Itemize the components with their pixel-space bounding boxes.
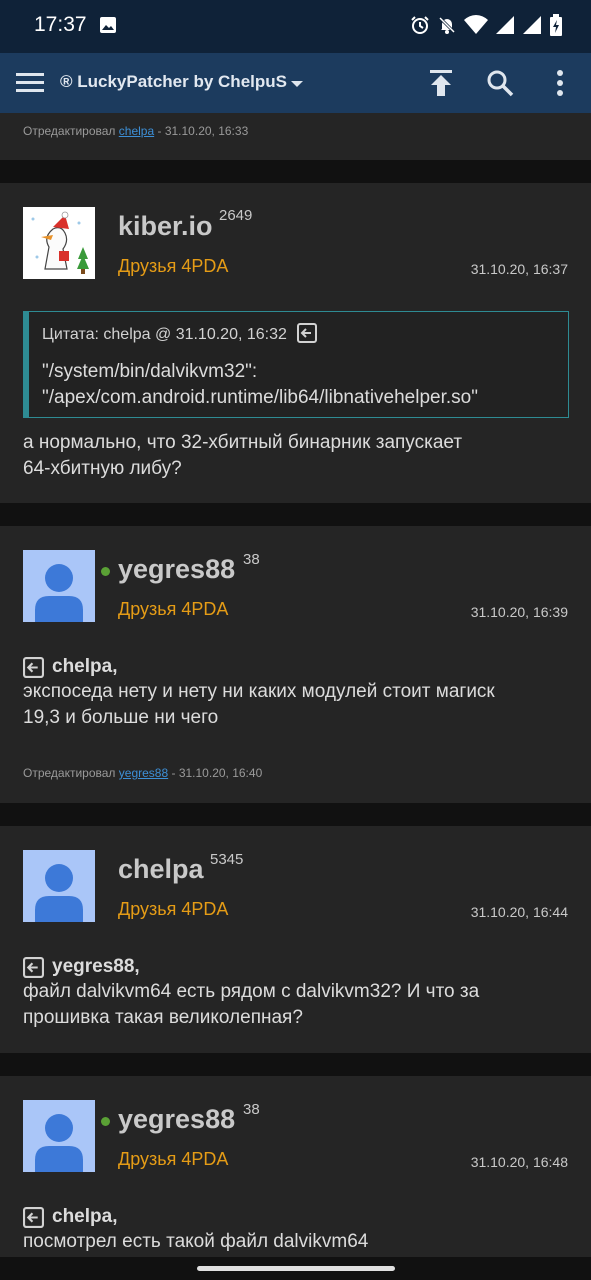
post-date: 31.10.20, 16:39 bbox=[470, 604, 568, 620]
avatar[interactable] bbox=[23, 550, 95, 622]
reply-icon bbox=[23, 956, 44, 978]
dropdown-icon[interactable] bbox=[290, 79, 304, 89]
post-card: chelpa 5345 Друзья 4PDA 31.10.20, 16:44 … bbox=[0, 826, 591, 1053]
post-author-nick[interactable]: yegres88 bbox=[118, 554, 235, 585]
post-text: а нормально, что 32-хбитный бинарник зап… bbox=[23, 432, 463, 479]
user-group: Друзья 4PDA bbox=[118, 1149, 229, 1169]
search-icon bbox=[487, 70, 514, 97]
post-text: файл dalvikvm64 есть рядом с dalvikvm32?… bbox=[23, 981, 480, 1028]
reputation-count[interactable]: 38 bbox=[243, 1101, 260, 1118]
goose-avatar-image bbox=[23, 207, 95, 279]
app-bar: ® LuckyPatcher by ChelpuS bbox=[0, 53, 591, 113]
status-bar: 17:37 bbox=[0, 0, 591, 53]
post-date: 31.10.20, 16:44 bbox=[470, 904, 568, 920]
avatar[interactable] bbox=[23, 1100, 95, 1172]
post-text: экспоседа нету и нету ни каких модулей с… bbox=[23, 681, 495, 728]
online-indicator bbox=[101, 567, 110, 576]
reputation-count[interactable]: 38 bbox=[243, 551, 260, 568]
edited-note: Отредактировал yegres88 - 31.10.20, 16:4… bbox=[23, 766, 263, 780]
quote-text: "/system/bin/dalvikvm32": "/apex/com.and… bbox=[42, 361, 478, 408]
avatar[interactable] bbox=[23, 850, 95, 922]
quote-block: Цитата: chelpa @ 31.10.20, 16:32 "/syste… bbox=[23, 311, 569, 418]
gesture-handle[interactable] bbox=[197, 1266, 395, 1271]
default-avatar-icon bbox=[23, 1100, 95, 1172]
post-text: посмотрел есть такой файл dalvikvm64 bbox=[23, 1231, 369, 1252]
default-avatar-icon bbox=[23, 850, 95, 922]
status-time: 17:37 bbox=[34, 13, 87, 36]
edited-user-link[interactable]: yegres88 bbox=[119, 766, 168, 780]
wifi-icon bbox=[464, 15, 488, 34]
scroll-top-button[interactable] bbox=[423, 65, 459, 101]
quote-header[interactable]: Цитата: chelpa @ 31.10.20, 16:32 bbox=[42, 323, 318, 344]
reply-icon bbox=[23, 1206, 44, 1228]
user-group: Друзья 4PDA bbox=[118, 899, 229, 919]
scroll-top-icon bbox=[430, 70, 452, 96]
app-title[interactable]: ® LuckyPatcher by ChelpuS bbox=[60, 72, 287, 92]
image-icon bbox=[100, 17, 116, 33]
reputation-count[interactable]: 5345 bbox=[210, 851, 243, 868]
menu-icon[interactable] bbox=[16, 70, 44, 96]
post-card: yegres88 38 Друзья 4PDA 31.10.20, 16:48 … bbox=[0, 1076, 591, 1257]
avatar[interactable] bbox=[23, 207, 95, 279]
search-button[interactable] bbox=[482, 65, 518, 101]
edited-note: Отредактировал chelpa - 31.10.20, 16:33 bbox=[23, 124, 249, 138]
alarm-icon bbox=[411, 16, 429, 34]
post-author-nick[interactable]: chelpa bbox=[118, 854, 204, 885]
reply-to[interactable]: chelpa, bbox=[23, 1206, 117, 1228]
post-date: 31.10.20, 16:48 bbox=[470, 1154, 568, 1170]
reply-icon bbox=[23, 656, 44, 678]
post-card: kiber.io 2649 Друзья 4PDA 31.10.20, 16:3… bbox=[0, 183, 591, 503]
reply-to[interactable]: yegres88, bbox=[23, 956, 140, 978]
user-group: Друзья 4PDA bbox=[118, 599, 229, 619]
more-button[interactable] bbox=[542, 65, 578, 101]
reply-to[interactable]: chelpa, bbox=[23, 656, 117, 678]
reputation-count[interactable]: 2649 bbox=[219, 207, 252, 224]
more-vert-icon bbox=[557, 70, 563, 96]
post-card-partial: Отредактировал chelpa - 31.10.20, 16:33 bbox=[0, 113, 591, 160]
edited-user-link[interactable]: chelpa bbox=[119, 124, 154, 138]
post-author-nick[interactable]: yegres88 bbox=[118, 1104, 235, 1135]
default-avatar-icon bbox=[23, 550, 95, 622]
post-author-nick[interactable]: kiber.io bbox=[118, 211, 213, 242]
post-card: yegres88 38 Друзья 4PDA 31.10.20, 16:39 … bbox=[0, 526, 591, 803]
goto-quote-icon[interactable] bbox=[297, 323, 318, 343]
online-indicator bbox=[101, 1117, 110, 1126]
user-group: Друзья 4PDA bbox=[118, 256, 229, 276]
signal-icon bbox=[523, 16, 541, 34]
post-date: 31.10.20, 16:37 bbox=[470, 261, 568, 277]
signal-icon bbox=[496, 16, 514, 34]
navigation-bar bbox=[0, 1257, 591, 1280]
battery-icon bbox=[550, 14, 562, 36]
notifications-off-icon bbox=[438, 16, 456, 34]
